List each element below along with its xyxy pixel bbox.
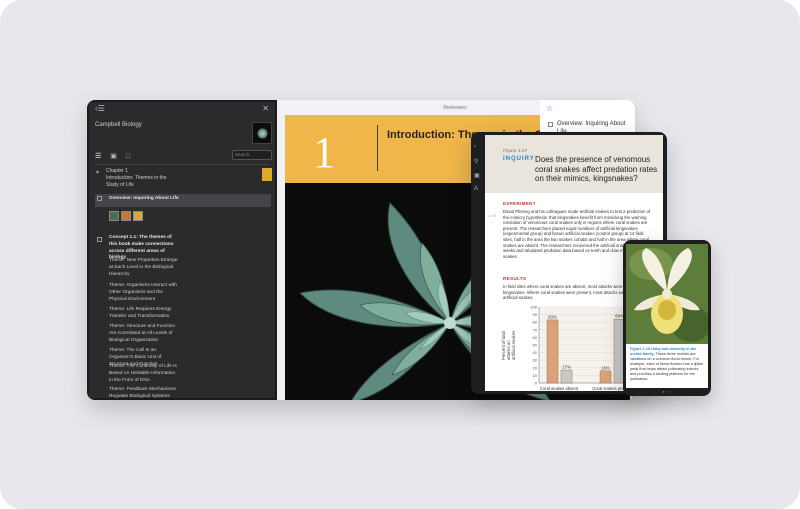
orchid-illustration [626, 244, 708, 344]
y-tick-label: 40 [533, 350, 538, 355]
y-tick-label: 0 [535, 381, 538, 386]
chapter-number-label: Chapter 1 [106, 168, 128, 174]
y-tick-label: 50 [533, 343, 538, 348]
toc-item-label: Theme: The Continuity of Life Is Based o… [109, 364, 177, 383]
notes-icon[interactable]: □ [126, 153, 130, 160]
phone-device: Figure 1.10 Unity and diversity in the o… [623, 240, 711, 396]
search-icon[interactable]: ⚲ [474, 158, 478, 165]
checkbox-icon [97, 237, 102, 242]
caption-label: Figure 1.10 [630, 347, 651, 351]
toc-item-label: Theme: New Properties Emerge at Each Lev… [109, 258, 178, 277]
media-thumbnail[interactable] [133, 211, 143, 221]
y-tick-label: 30 [533, 358, 538, 363]
divider [95, 164, 269, 165]
banner-divider [377, 125, 378, 171]
checkbox-icon [548, 122, 553, 127]
chapter-number: 1 [313, 128, 335, 177]
bookmarks-icon[interactable]: ▣ [110, 152, 117, 160]
y-tick-label: 20 [533, 365, 538, 370]
back-icon[interactable]: ‹☰ [95, 105, 105, 113]
bookmark-star-icon[interactable]: ☆ [546, 104, 553, 113]
reader-header-label: Reviewers [443, 105, 467, 111]
toc-item-label: Theme: Structure and Function Are Correl… [109, 324, 176, 343]
toc-item-label: Theme: Feedback Mechanisms Regulate Biol… [109, 387, 176, 398]
chapter-thumbnail [262, 168, 272, 181]
results-heading: RESULTS [503, 276, 527, 281]
toc-item-label: Theme: Organisms Interact with Other Org… [109, 283, 177, 302]
y-tick-label: 100 [530, 305, 537, 310]
chapter-title-label: Introduction: Themes in the Study of Lif… [106, 175, 167, 188]
y-tick-label: 70 [533, 327, 538, 332]
checkbox-icon [97, 196, 102, 201]
collapse-icon[interactable]: ▼ [95, 170, 100, 176]
toc-item-label: Overview: Inquiring About Life [109, 196, 179, 201]
sidebar-tabs: ☰ ▣ □ [95, 152, 130, 161]
y-tick-label: 60 [533, 335, 538, 340]
figure-caption: Figure 1.10 Unity and diversity in the o… [626, 344, 708, 388]
sidebar-search-input[interactable]: Search [232, 150, 272, 160]
tablet-toolbar: ‹ ⚲ ▣ A [471, 132, 485, 394]
figure-label: Figure 1.27 [503, 149, 528, 154]
bar-value-label: 16% [601, 365, 610, 370]
y-tick-label: 10 [533, 373, 538, 378]
category-label: Coral snakes absent [540, 386, 579, 391]
media-thumbnails [109, 211, 143, 221]
page-dots[interactable]: ● ○ ○ [623, 389, 711, 394]
bar-value-label: 83% [548, 314, 557, 319]
orchid-photo [626, 244, 708, 344]
back-icon[interactable]: ‹ [474, 144, 476, 150]
book-title: Campbell Biology [95, 122, 142, 128]
text-size-icon[interactable]: A [474, 186, 478, 192]
chapter-label: Chapter 1 Introduction: Themes in the St… [106, 168, 176, 189]
toc-item-overview[interactable]: Overview: Inquiring About Life [95, 194, 271, 207]
toc-sidebar: ‹☰ ✕ Campbell Biology ☰ ▣ □ Search ▼ Cha… [89, 102, 275, 398]
y-tick-label: 80 [533, 320, 538, 325]
bar [560, 369, 573, 384]
stage: ‹☰ ✕ Campbell Biology ☰ ▣ □ Search ▼ Cha… [0, 0, 800, 509]
inquiry-header: Figure 1.27 INQUIRY Does the presence of… [485, 135, 663, 193]
sidebar-toolbar: ‹☰ ✕ [89, 102, 275, 116]
book-cover-thumbnail [252, 122, 272, 144]
toc-item-label: Theme: Life Requires Energy Transfer and… [109, 307, 172, 319]
bookmark-icon[interactable]: ▣ [474, 172, 480, 179]
close-icon[interactable]: ✕ [262, 105, 269, 113]
inquiry-label: INQUIRY [503, 156, 535, 162]
y-tick-label: 90 [533, 312, 538, 317]
inquiry-question: Does the presence of venomous coral snak… [535, 155, 658, 183]
page-indicator: 1 / 5 [488, 213, 496, 218]
experiment-heading: EXPERIMENT [503, 201, 536, 206]
toc-list-icon[interactable]: ☰ [95, 152, 101, 160]
bar [546, 319, 559, 384]
media-thumbnail[interactable] [121, 211, 131, 221]
bar-value-label: 17% [562, 365, 571, 370]
caption-text: These three orchids are variations on a … [630, 352, 704, 381]
bar [599, 370, 612, 384]
media-thumbnail[interactable] [109, 211, 119, 221]
